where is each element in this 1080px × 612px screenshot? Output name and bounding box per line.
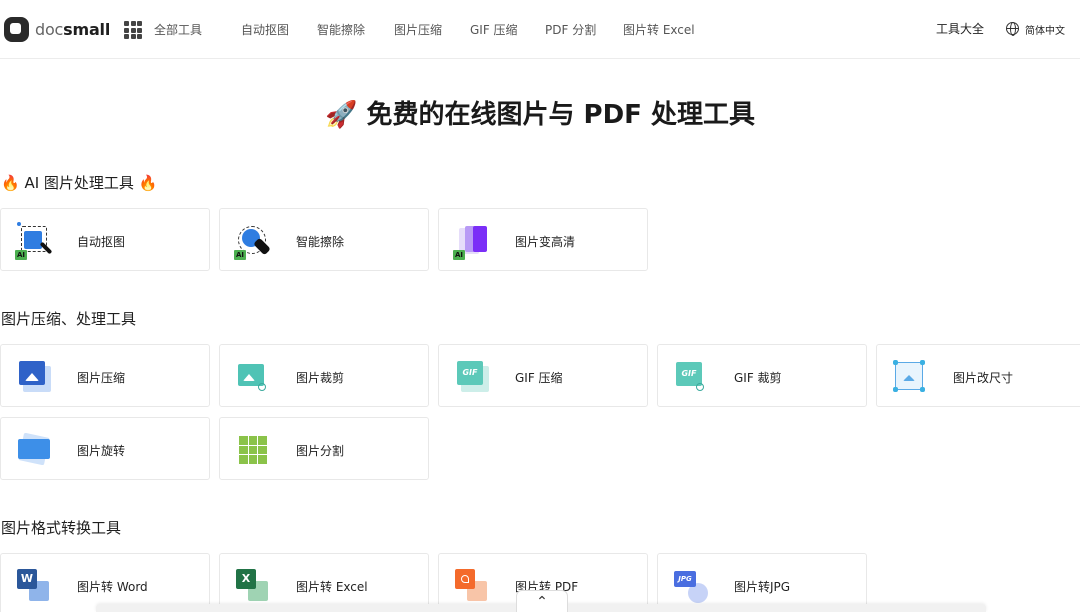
- section-title-compress: 图片压缩、处理工具: [1, 310, 137, 328]
- erase-icon: AI: [234, 222, 272, 260]
- chevron-up-icon: ⌃: [536, 593, 548, 610]
- nav-all-tools[interactable]: 全部工具: [154, 21, 202, 38]
- nav-item-image-compress[interactable]: 图片压缩: [394, 21, 442, 38]
- crop-icon: [234, 358, 272, 396]
- nav-item-pdf-split[interactable]: PDF 分割: [545, 21, 596, 38]
- top-navigation: docsmall 全部工具 自动抠图 智能擦除 图片压缩 GIF 压缩 PDF …: [0, 0, 1080, 59]
- card-image-rotate[interactable]: 图片旋转: [0, 417, 210, 480]
- card-image-compress[interactable]: 图片压缩: [0, 344, 210, 407]
- card-gif-compress[interactable]: GIF GIF 压缩: [438, 344, 648, 407]
- card-enhance[interactable]: AI 图片变高清: [438, 208, 648, 271]
- nav-item-gif-compress[interactable]: GIF 压缩: [470, 21, 518, 38]
- nav-item-auto-cutout[interactable]: 自动抠图: [241, 21, 289, 38]
- card-image-split[interactable]: 图片分割: [219, 417, 429, 480]
- card-image-crop[interactable]: 图片裁剪: [219, 344, 429, 407]
- language-selector[interactable]: 简体中文: [1025, 22, 1065, 37]
- card-label: GIF 裁剪: [734, 371, 782, 385]
- pdf-icon: [453, 567, 491, 605]
- excel-icon: X: [234, 567, 272, 605]
- card-label: 图片改尺寸: [953, 371, 1014, 385]
- logo-mark-icon: [4, 17, 29, 42]
- logo[interactable]: docsmall: [4, 17, 110, 42]
- enhance-icon: AI: [453, 222, 491, 260]
- card-smart-erase[interactable]: AI 智能擦除: [219, 208, 429, 271]
- card-label: 图片分割: [296, 444, 345, 458]
- tools-all-link[interactable]: 工具大全: [936, 20, 984, 37]
- card-label: 图片旋转: [77, 444, 126, 458]
- compress-icon: [15, 358, 53, 396]
- card-resize[interactable]: 图片改尺寸: [876, 344, 1080, 407]
- word-icon: W: [15, 567, 53, 605]
- card-label: 图片变高清: [515, 235, 576, 249]
- page-title: 🚀 免费的在线图片与 PDF 处理工具: [325, 100, 755, 130]
- card-label: GIF 压缩: [515, 371, 563, 385]
- gif-compress-icon: GIF: [453, 358, 491, 396]
- split-icon: [234, 431, 272, 469]
- jpg-icon: JPG: [672, 567, 710, 605]
- logo-text: docsmall: [35, 20, 111, 39]
- card-gif-crop[interactable]: GIF GIF 裁剪: [657, 344, 867, 407]
- card-label: 智能擦除: [296, 235, 345, 249]
- card-label: 图片转 Excel: [296, 580, 368, 594]
- card-auto-cutout[interactable]: AI 自动抠图: [0, 208, 210, 271]
- scroll-top-button[interactable]: ⌃: [516, 590, 568, 612]
- gif-crop-icon: GIF: [672, 358, 710, 396]
- card-label: 自动抠图: [77, 235, 126, 249]
- section-title-ai: 🔥 AI 图片处理工具 🔥: [1, 174, 158, 192]
- card-label: 图片裁剪: [296, 371, 345, 385]
- card-label: 图片转 Word: [77, 580, 148, 594]
- card-label: 图片转JPG: [734, 580, 791, 594]
- cutout-icon: AI: [15, 222, 53, 260]
- section-title-convert: 图片格式转换工具: [1, 519, 122, 537]
- grid-icon[interactable]: [124, 21, 142, 39]
- globe-icon[interactable]: [1006, 22, 1019, 36]
- nav-item-smart-erase[interactable]: 智能擦除: [317, 21, 365, 38]
- rotate-icon: [15, 431, 53, 469]
- card-label: 图片压缩: [77, 371, 126, 385]
- nav-item-image-to-excel[interactable]: 图片转 Excel: [623, 21, 695, 38]
- resize-icon: [891, 358, 929, 396]
